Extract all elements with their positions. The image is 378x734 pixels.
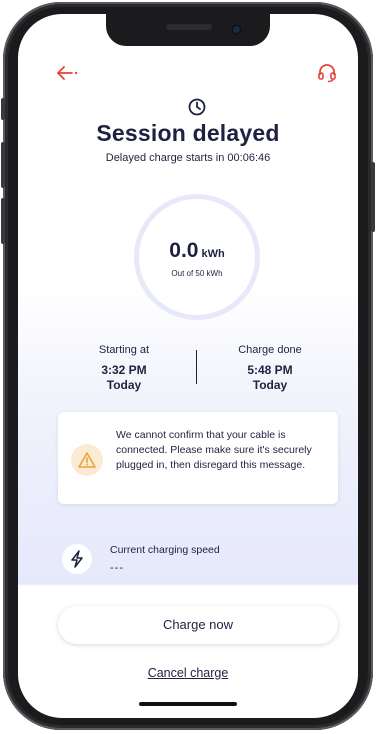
start-time-block: Starting at 3:32 PM Today bbox=[64, 344, 184, 393]
delay-countdown: Delayed charge starts in 00:06:46 bbox=[105, 152, 271, 164]
side-button-power bbox=[371, 162, 375, 232]
speaker-grille bbox=[166, 24, 212, 30]
side-button-volume-up bbox=[1, 142, 5, 188]
speed-label: Current charging speed bbox=[110, 544, 220, 556]
cable-warning-card: We cannot confirm that your cable is con… bbox=[58, 412, 338, 504]
energy-value: 0.0 bbox=[169, 239, 199, 262]
app-screen: Session delayed Delayed charge starts in… bbox=[18, 14, 358, 718]
headset-icon[interactable] bbox=[316, 62, 342, 84]
lightning-icon bbox=[62, 544, 92, 574]
home-indicator[interactable] bbox=[139, 702, 237, 706]
energy-unit: kWh bbox=[201, 248, 225, 260]
start-day: Today bbox=[106, 378, 142, 392]
energy-target: Out of 50 kWh bbox=[171, 269, 223, 278]
energy-delivered: 0.0 kWh bbox=[139, 239, 255, 263]
side-button-volume-down bbox=[1, 198, 5, 244]
side-button-silent bbox=[1, 98, 5, 120]
start-label: Starting at bbox=[98, 344, 150, 356]
time-divider bbox=[196, 350, 197, 384]
speed-value: --- bbox=[110, 562, 124, 574]
start-time: 3:32 PM bbox=[101, 363, 147, 377]
phone-frame: Session delayed Delayed charge starts in… bbox=[1, 2, 375, 730]
front-camera bbox=[233, 26, 240, 33]
energy-progress-ring: 0.0 kWh Out of 50 kWh bbox=[134, 194, 260, 320]
phone-notch bbox=[106, 14, 270, 46]
done-label: Charge done bbox=[238, 344, 302, 356]
warning-triangle-icon bbox=[78, 452, 96, 468]
page-title: Session delayed bbox=[96, 120, 280, 146]
charge-now-button[interactable]: Charge now bbox=[58, 606, 338, 644]
clock-icon bbox=[187, 97, 207, 117]
done-day: Today bbox=[252, 378, 288, 392]
done-time-block: Charge done 5:48 PM Today bbox=[210, 344, 330, 393]
warning-message: We cannot confirm that your cable is con… bbox=[116, 429, 312, 471]
cancel-charge-link[interactable]: Cancel charge bbox=[18, 666, 358, 680]
warning-badge bbox=[71, 444, 103, 476]
back-arrow-icon[interactable] bbox=[54, 62, 80, 84]
done-time: 5:48 PM bbox=[247, 363, 293, 377]
